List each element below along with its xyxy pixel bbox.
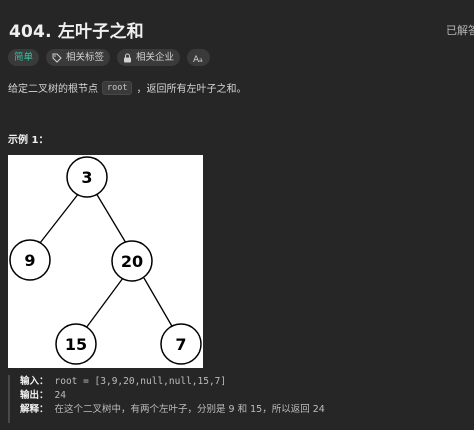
example-title: 示例 1： (8, 135, 49, 146)
problem-title: 404. 左叶子之和 (9, 22, 144, 42)
tree-node-15: 15 (55, 323, 97, 365)
input-value: root = [3,9,20,null,null,15,7] (54, 376, 227, 387)
tree-node-7: 7 (160, 323, 202, 365)
explanation-row: 解释： 在这个二叉树中，有两个左叶子，分别是 9 和 15，所以返回 24 (20, 403, 474, 417)
tree-edge-3-20 (95, 192, 127, 244)
related-tags-button[interactable]: 相关标签 (46, 49, 111, 66)
output-row: 输出： 24 (20, 389, 474, 403)
tree-node-3: 3 (66, 156, 108, 198)
svg-text:a: a (199, 57, 203, 63)
related-companies-button[interactable]: 相关企业 (117, 49, 181, 66)
output-label: 输出： (20, 390, 49, 401)
explanation-label: 解释： (20, 404, 49, 415)
tree-node-15-label: 15 (65, 335, 87, 354)
tree-node-3-label: 3 (81, 168, 92, 187)
tree-edge-20-7 (143, 277, 174, 329)
binary-tree-figure: 3 9 20 15 7 (8, 155, 203, 368)
font-size-button[interactable]: Aa (187, 49, 211, 66)
tree-node-20: 20 (111, 240, 153, 282)
tree-node-9: 9 (9, 239, 51, 281)
problem-description: 给定二叉树的根节点 root ，返回所有左叶子之和。 (8, 80, 246, 95)
description-code: root (102, 80, 133, 95)
difficulty-badge[interactable]: 简单 (8, 49, 40, 66)
description-suffix: ，返回所有左叶子之和。 (136, 84, 247, 95)
lock-icon (123, 53, 132, 63)
description-prefix: 给定二叉树的根节点 (8, 84, 98, 95)
tag-bar: 简单 相关标签 相关企业 Aa (8, 49, 211, 66)
font-size-icon: Aa (193, 53, 204, 63)
difficulty-label: 简单 (14, 52, 34, 63)
tree-edge-20-15 (85, 277, 124, 329)
related-companies-label: 相关企业 (136, 52, 175, 63)
tree-node-20-label: 20 (121, 252, 143, 271)
input-label: 输入： (20, 376, 49, 387)
tree-node-7-label: 7 (175, 335, 186, 354)
related-tags-label: 相关标签 (66, 52, 105, 63)
tree-edge-3-9 (39, 192, 80, 244)
example-io-block: 输入： root = [3,9,20,null,null,15,7] 输出： 2… (8, 375, 474, 423)
tree-node-9-label: 9 (24, 251, 35, 270)
solved-status: 已解答 (446, 24, 474, 37)
tag-icon (52, 53, 62, 63)
output-value: 24 (54, 390, 66, 401)
explanation-value: 在这个二叉树中，有两个左叶子，分别是 9 和 15，所以返回 24 (54, 404, 325, 415)
input-row: 输入： root = [3,9,20,null,null,15,7] (20, 375, 474, 389)
